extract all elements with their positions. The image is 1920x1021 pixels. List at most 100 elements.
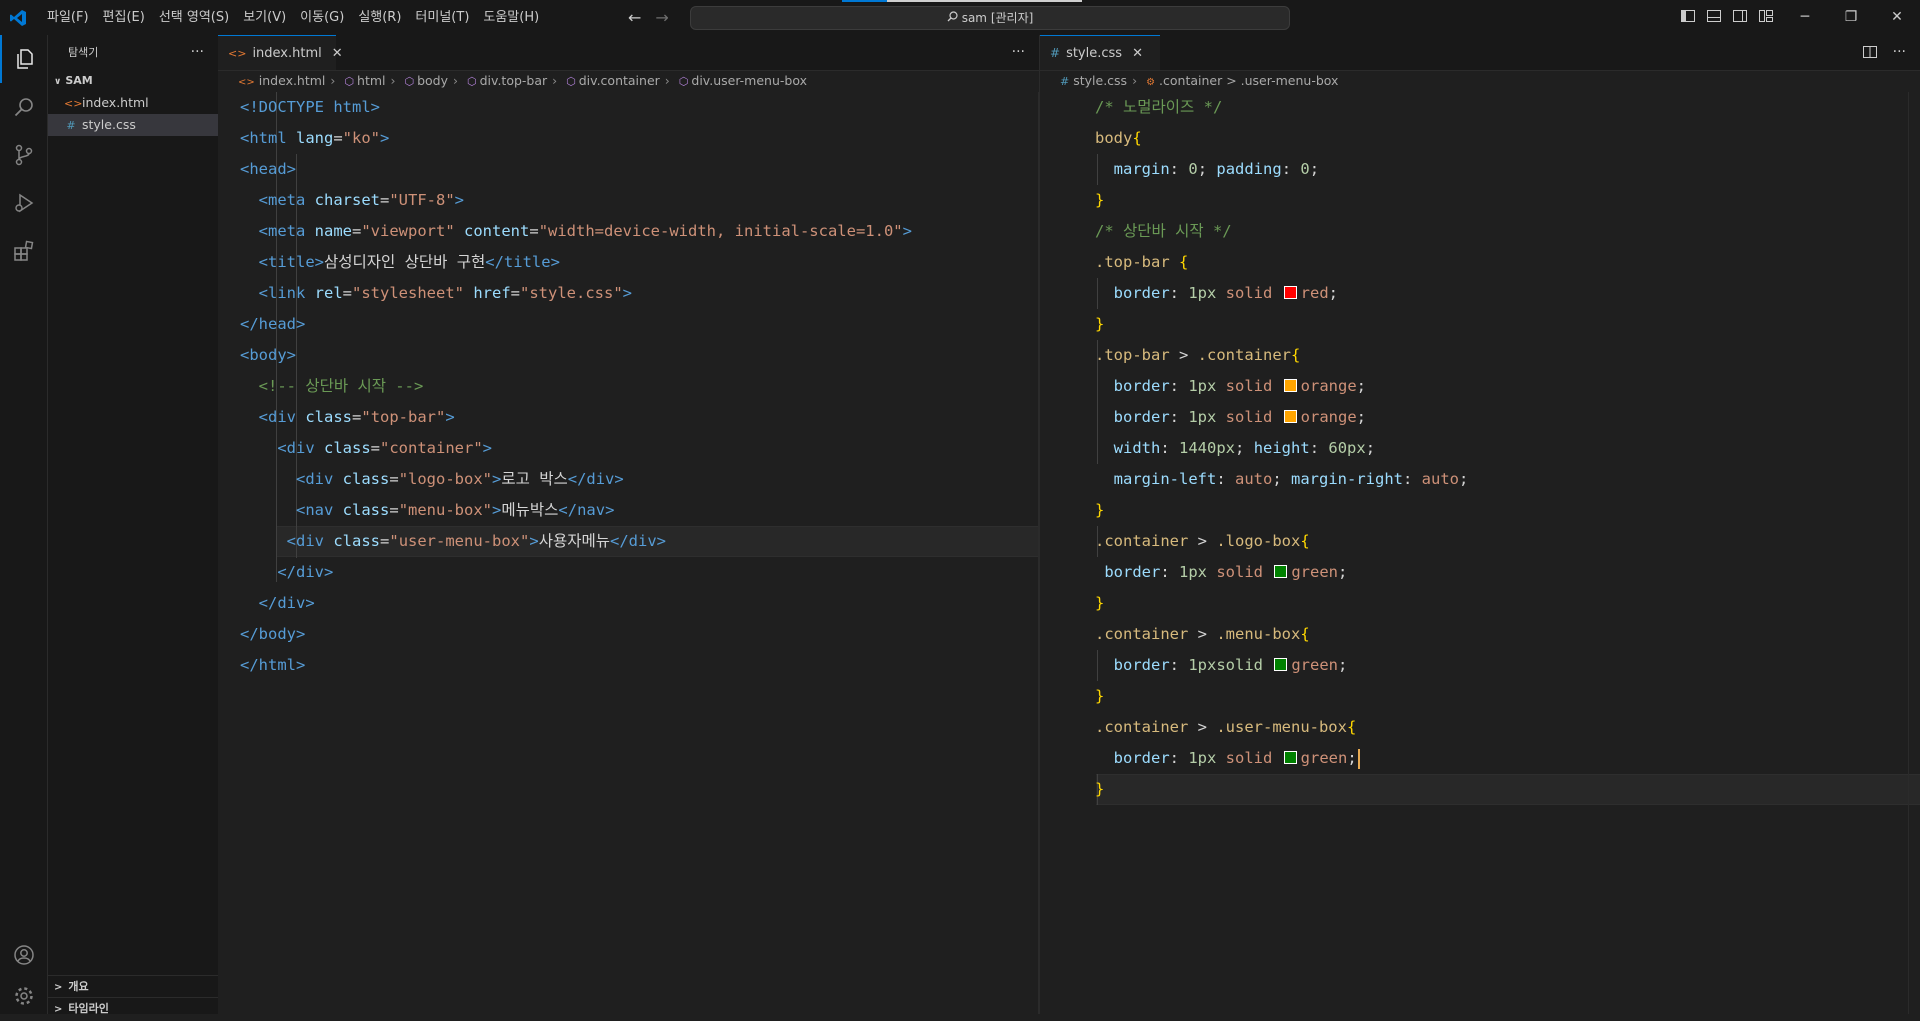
explorer-activity[interactable]: [0, 35, 47, 83]
code-token: =: [389, 501, 399, 519]
timeline-section[interactable]: > 타임라인: [48, 997, 218, 1019]
code-line[interactable]: }: [1095, 309, 1104, 340]
extensions-activity[interactable]: [0, 227, 47, 275]
code-line[interactable]: </head>: [240, 309, 305, 340]
code-line[interactable]: }: [1095, 495, 1104, 526]
code-line[interactable]: <meta name="viewport" content="width=dev…: [240, 216, 912, 247]
code-line[interactable]: </html>: [240, 650, 305, 681]
toggle-secondary-sidebar-icon[interactable]: [1732, 8, 1748, 24]
code-line[interactable]: margin: 0; padding: 0;: [1095, 154, 1319, 185]
code-line[interactable]: }: [1095, 774, 1104, 805]
color-swatch[interactable]: [1283, 286, 1297, 299]
code-line[interactable]: </div>: [240, 557, 333, 588]
back-arrow-icon[interactable]: ←: [628, 8, 641, 27]
outline-section[interactable]: > 개요: [48, 975, 218, 997]
folder-sam[interactable]: ∨ SAM: [48, 70, 218, 92]
close-icon[interactable]: ✕: [332, 46, 343, 61]
code-line[interactable]: border: 1px solid green;: [1095, 743, 1360, 774]
sidebar-title: 탐색기: [68, 46, 99, 59]
code-line[interactable]: }: [1095, 681, 1104, 712]
minimize-button[interactable]: ─: [1782, 0, 1828, 35]
code-line[interactable]: .container > .menu-box{: [1095, 619, 1310, 650]
code-line[interactable]: }: [1095, 185, 1104, 216]
tab-index-html[interactable]: <> index.html ✕: [218, 35, 343, 70]
code-line[interactable]: /* 상단바 시작 */: [1095, 216, 1232, 247]
sidebar-more-icon[interactable]: ···: [191, 35, 204, 70]
editor-more-icon[interactable]: ···: [1012, 35, 1025, 70]
breadcrumb-item[interactable]: div.container: [579, 73, 660, 88]
code-line[interactable]: /* 노멀라이즈 */: [1095, 92, 1222, 123]
code-line[interactable]: border: 1pxsolid green;: [1095, 650, 1348, 681]
manage-activity[interactable]: [0, 972, 47, 1020]
code-line[interactable]: width: 1440px; height: 60px;: [1095, 433, 1375, 464]
code-line[interactable]: <html lang="ko">: [240, 123, 389, 154]
menu-help[interactable]: 도움말(H): [476, 0, 546, 35]
toggle-primary-sidebar-icon[interactable]: [1680, 8, 1696, 24]
code-line[interactable]: <!DOCTYPE html>: [240, 92, 380, 123]
color-swatch[interactable]: [1283, 410, 1297, 423]
search-activity[interactable]: [0, 83, 47, 131]
breadcrumb-item[interactable]: div.user-menu-box: [691, 73, 807, 88]
code-line[interactable]: .top-bar {: [1095, 247, 1188, 278]
source-control-activity[interactable]: [0, 131, 47, 179]
color-swatch[interactable]: [1274, 565, 1288, 578]
code-line[interactable]: margin-left: auto; margin-right: auto;: [1095, 464, 1469, 495]
code-line[interactable]: <div class="logo-box">로고 박스</div>: [240, 464, 624, 495]
breadcrumb-item[interactable]: style.css: [1073, 73, 1127, 88]
menu-file[interactable]: 파일(F): [40, 0, 96, 35]
code-line[interactable]: border: 1px solid green;: [1095, 557, 1347, 588]
code-line[interactable]: .container > .user-menu-box{: [1095, 712, 1356, 743]
file-label: index.html: [82, 95, 149, 110]
code-line[interactable]: <div class="top-bar">: [240, 402, 455, 433]
file-style-css[interactable]: # style.css: [48, 114, 218, 136]
close-icon[interactable]: ✕: [1132, 46, 1143, 61]
menu-view[interactable]: 보기(V): [236, 0, 293, 35]
menu-edit[interactable]: 편집(E): [96, 0, 152, 35]
run-debug-activity[interactable]: [0, 179, 47, 227]
maximize-button[interactable]: ❐: [1828, 0, 1874, 35]
code-token: :: [1160, 563, 1180, 581]
breadcrumb-item[interactable]: div.top-bar: [480, 73, 548, 88]
code-line[interactable]: <nav class="menu-box">메뉴박스</nav>: [240, 495, 614, 526]
code-line[interactable]: </body>: [240, 619, 305, 650]
code-line[interactable]: <meta charset="UTF-8">: [240, 185, 464, 216]
code-token: >: [445, 408, 455, 426]
breadcrumb-item[interactable]: .container > .user-menu-box: [1159, 73, 1338, 88]
file-index-html[interactable]: <>index.html: [48, 92, 218, 114]
customize-layout-icon[interactable]: [1758, 8, 1774, 24]
menu-go[interactable]: 이동(G): [293, 0, 351, 35]
breadcrumb-item[interactable]: html: [357, 73, 385, 88]
code-line[interactable]: .container > .logo-box{: [1095, 526, 1310, 557]
code-token: 1px: [1188, 377, 1217, 395]
menu-selection[interactable]: 선택 영역(S): [152, 0, 236, 35]
code-line[interactable]: </div>: [240, 588, 315, 619]
breadcrumb-item[interactable]: body: [417, 73, 448, 88]
code-line[interactable]: <title>삼성디자인 상단바 구현</title>: [240, 247, 560, 278]
code-line[interactable]: <!-- 상단바 시작 -->: [240, 371, 424, 402]
code-line[interactable]: }: [1095, 588, 1104, 619]
code-line[interactable]: border: 1px solid red;: [1095, 278, 1338, 309]
code-token: >: [1179, 346, 1198, 364]
code-line[interactable]: .top-bar > .container{: [1095, 340, 1300, 371]
menu-terminal[interactable]: 터미널(T): [408, 0, 476, 35]
editor-more-icon[interactable]: ···: [1893, 35, 1906, 70]
split-editor-icon[interactable]: [1862, 44, 1878, 60]
close-window-button[interactable]: ✕: [1874, 0, 1920, 35]
code-line[interactable]: border: 1px solid orange;: [1095, 402, 1366, 433]
color-swatch[interactable]: [1283, 379, 1297, 392]
code-line[interactable]: <body>: [240, 340, 296, 371]
code-line[interactable]: <div class="user-menu-box">사용자메뉴</div>: [240, 526, 666, 557]
toggle-panel-icon[interactable]: [1706, 8, 1722, 24]
color-swatch[interactable]: [1283, 751, 1297, 764]
code-line[interactable]: body{: [1095, 123, 1142, 154]
code-line[interactable]: <div class="container">: [240, 433, 492, 464]
code-line[interactable]: <head>: [240, 154, 296, 185]
command-center-search[interactable]: sam [관리자]: [690, 6, 1290, 30]
breadcrumb-item[interactable]: index.html: [259, 73, 326, 88]
menu-run[interactable]: 실행(R): [351, 0, 408, 35]
tab-style-css[interactable]: # style.css ✕: [1040, 35, 1160, 70]
color-swatch[interactable]: [1274, 658, 1288, 671]
code-line[interactable]: <link rel="stylesheet" href="style.css">: [240, 278, 632, 309]
code-line[interactable]: border: 1px solid orange;: [1095, 371, 1366, 402]
forward-arrow-icon[interactable]: →: [655, 8, 668, 27]
